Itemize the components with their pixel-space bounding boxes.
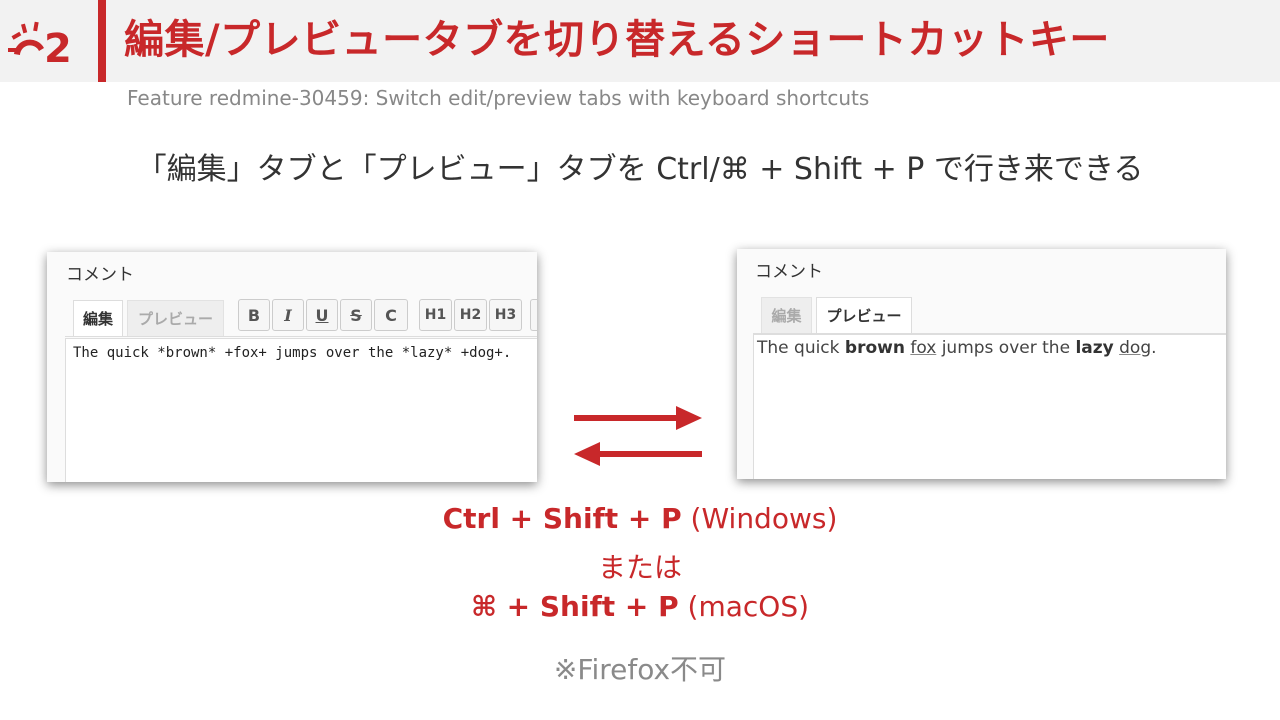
page-subtitle: Feature redmine-30459: Switch edit/previ… [127, 86, 870, 110]
code-button[interactable]: C [374, 299, 408, 331]
or-text: または [597, 551, 682, 584]
more-toolbar-button[interactable] [530, 299, 537, 331]
heading1-button[interactable]: H1 [419, 299, 452, 331]
firefox-note: ※Firefox不可 [553, 653, 727, 686]
redmine-logo-icon: 2 [8, 21, 72, 70]
tab-preview[interactable]: プレビュー [816, 297, 912, 333]
tab-preview[interactable]: プレビュー [127, 300, 224, 336]
mac-shortcut: ⌘ + Shift + P (macOS) [470, 590, 810, 623]
bold-button[interactable]: B [238, 299, 270, 331]
underlined-text: fox [910, 338, 937, 358]
heading3-button[interactable]: H3 [489, 299, 522, 331]
swap-arrows-icon [574, 406, 702, 466]
page-title: 編集/プレビュータブを切り替えるショートカットキー [124, 17, 1110, 63]
comment-label: コメント [66, 265, 134, 285]
tabs-divider [65, 336, 537, 337]
edit-text: The quick *brown* +fox+ jumps over the *… [73, 345, 512, 361]
strikethrough-button[interactable]: S [340, 299, 372, 331]
lead-text: 「編集」タブと「プレビュー」タブを Ctrl/⌘ + Shift + P で行き… [136, 152, 1144, 187]
tab-edit[interactable]: 編集 [761, 297, 812, 333]
underline-button[interactable]: U [306, 299, 338, 331]
tab-edit[interactable]: 編集 [73, 300, 123, 336]
bold-text: lazy [1075, 338, 1114, 358]
windows-shortcut: Ctrl + Shift + P (Windows) [442, 502, 838, 535]
svg-text:2: 2 [44, 26, 72, 70]
bold-text: brown [844, 338, 905, 358]
header-bar: 2 編集/プレビュータブを切り替えるショートカットキー [0, 0, 1280, 82]
comment-label: コメント [755, 262, 823, 282]
heading2-button[interactable]: H2 [454, 299, 487, 331]
italic-button[interactable]: I [272, 299, 304, 331]
preview-text: The quick brown fox jumps over the lazy … [757, 338, 1157, 358]
underlined-text: dog [1119, 338, 1152, 358]
header-accent-bar [98, 0, 106, 82]
